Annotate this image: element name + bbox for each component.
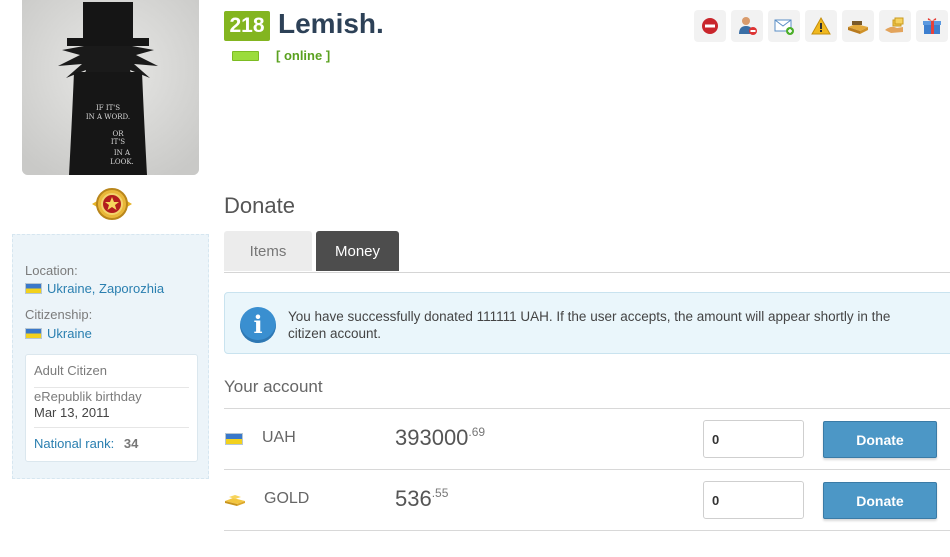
donate-money-icon [885,17,904,33]
location-value[interactable]: Ukraine, Zaporozhia [47,281,164,296]
report-button[interactable] [805,10,837,42]
avatar[interactable]: IF IT'S IN A WORD. OR IT'S IN A LOOK. [22,0,199,175]
divider [224,272,950,273]
donate-items-icon [848,21,868,34]
rank-label[interactable]: National rank: [34,436,114,451]
message-button[interactable] [768,10,800,42]
profile-page: IF IT'S IN A WORD. OR IT'S IN A LOOK. Lo… [0,0,950,557]
tab-money[interactable]: Money [316,231,399,271]
currency-row: UAH 393000.69 Donate [224,409,950,469]
currency-amount: 536.55 [395,486,448,512]
gold-icon [225,495,245,506]
success-notice: i You have successfully donated 111111 U… [224,292,950,354]
amount-integer: 393000 [395,425,469,450]
avatar-text: OR [112,130,124,138]
block-icon [702,18,718,34]
citizen-type: Adult Citizen [34,363,107,378]
ukraine-flag-icon [225,433,243,445]
tab-items[interactable]: Items [224,231,312,271]
location-link[interactable]: Ukraine, Zaporozhia [25,281,164,296]
avatar-text: IT'S [111,138,125,146]
notice-message: You have successfully donated 111111 UAH… [288,309,891,341]
level-badge: 218 [224,11,270,41]
gift-button[interactable] [916,10,948,42]
divider [34,427,189,428]
donate-money-button[interactable] [879,10,911,42]
ukraine-flag-icon [25,283,42,294]
profile-actions [694,10,948,42]
donate-amount-input[interactable] [703,420,804,458]
citizen-info-panel: Location: Ukraine, Zaporozhia Citizenshi… [12,234,209,479]
currency-amount: 393000.69 [395,425,485,451]
online-indicator [232,51,259,61]
birthday-value: Mar 13, 2011 [34,405,110,420]
donate-amount-input[interactable] [703,481,804,519]
block-button[interactable] [694,10,726,42]
birthday-label: eRepublik birthday [34,389,142,404]
currency-name: GOLD [264,490,310,507]
divider [34,387,189,388]
donate-button[interactable]: Donate [823,482,937,519]
message-icon [774,19,794,35]
citizen-details-box: Adult Citizen eRepublik birthday Mar 13,… [25,354,198,462]
citizenship-link[interactable]: Ukraine [25,326,92,341]
rank-value: 34 [123,436,139,451]
section-title: Donate [224,193,295,218]
online-status: [ online ] [276,48,331,63]
remove-friend-icon [739,17,757,35]
remove-friend-button[interactable] [731,10,763,42]
currency-name: UAH [262,429,296,446]
ukraine-flag-icon [25,328,42,339]
citizenship-value[interactable]: Ukraine [47,326,92,341]
gift-icon [923,18,941,34]
donate-items-button[interactable] [842,10,874,42]
account-title: Your account [224,377,323,396]
location-label: Location: [25,263,78,278]
citizen-name: Lemish. [278,8,384,39]
avatar-text: IN A WORD. [86,113,130,121]
amount-integer: 536 [395,486,432,511]
citizenship-label: Citizenship: [25,307,93,322]
national-rank[interactable]: National rank: 34 [34,436,189,451]
divider [224,530,950,531]
report-icon [811,16,831,35]
amount-decimal: .55 [431,486,449,500]
donate-button[interactable]: Donate [823,421,937,458]
avatar-text: LOOK. [110,158,134,166]
avatar-text: IF IT'S [96,104,120,112]
amount-decimal: .69 [468,425,486,439]
rank-medal-icon[interactable] [88,184,136,224]
avatar-text: IN A [114,149,131,157]
info-icon: i [240,307,276,343]
currency-row: GOLD 536.55 Donate [224,470,950,530]
